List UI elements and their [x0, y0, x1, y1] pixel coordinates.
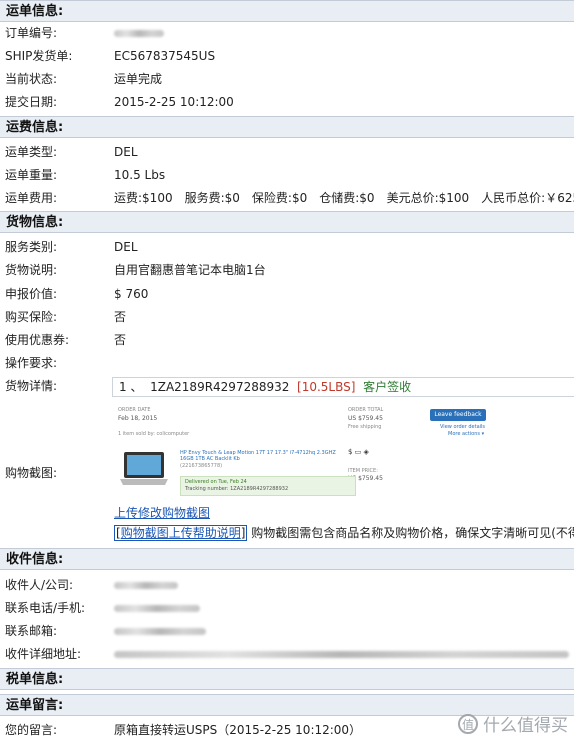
tax-section-header: 税单信息: — [0, 668, 574, 690]
service-label: 服务类别: — [5, 240, 58, 254]
freight-type-row: 运单类型: DEL — [0, 141, 574, 164]
shot-price-label: ITEM PRICE: — [348, 468, 378, 474]
desc-value: 自用官翻惠普笔记本电脑1台 — [114, 263, 266, 277]
detail-row: 货物详情: 1 、 1ZA2189R4297288932 [10.5LBS] 客… — [0, 375, 574, 398]
upload-screenshot-link[interactable]: 上传修改购物截图 — [114, 502, 210, 525]
upload-row: 上传修改购物截图 — [0, 502, 574, 525]
desc-row: 货物说明: 自用官翻惠普笔记本电脑1台 — [0, 259, 574, 282]
shot-item-id: (221673865778) — [180, 463, 223, 469]
watermark-logo-icon: 值 — [458, 713, 478, 734]
freight-weight-row: 运单重量: 10.5 Lbs — [0, 164, 574, 187]
status-row: 当前状态: 运单完成 — [0, 68, 574, 91]
help-link[interactable]: 购物截图上传帮助说明 — [121, 526, 241, 540]
shot-tracking: Tracking number: 1ZA2189R4297288932 — [185, 486, 289, 492]
declared-value: $ 760 — [114, 287, 149, 301]
fee-usd-total: 美元总价:$100 — [386, 191, 470, 205]
screenshot-label: 购物截图: — [5, 466, 58, 480]
status-label: 当前状态: — [5, 72, 58, 86]
coupon-value: 否 — [114, 333, 127, 347]
recipient-name-row: 收件人/公司: — [0, 574, 574, 597]
purchase-screenshot[interactable]: ORDER DATE Feb 18, 2015 1 item sold by: … — [114, 404, 494, 502]
recipient-address-redacted — [114, 643, 569, 666]
declared-row: 申报价值: $ 760 — [0, 283, 574, 306]
order-no-row: 订单编号: — [0, 22, 574, 45]
waybill-section-header: 运单信息: — [0, 0, 574, 22]
fee-insurance: 保险费:$0 — [251, 191, 308, 205]
fee-cny-total: 人民币总价:￥625 — [481, 191, 574, 205]
op-label: 操作要求: — [5, 356, 58, 370]
shot-delivered: Delivered on Tue, Feb 24 — [185, 479, 247, 485]
freight-fee-row: 运单费用: 运费:$100 服务费:$0 保险费:$0 仓储费:$0 美元总价:$100… — [0, 187, 574, 210]
recipient-phone-row: 联系电话/手机: — [0, 597, 574, 620]
shot-order-total: US $759.45 — [348, 415, 383, 422]
freight-section-header: 运费信息: — [0, 116, 574, 138]
date-label: 提交日期: — [5, 95, 58, 109]
shot-order-date-label: ORDER DATE — [118, 407, 151, 413]
detail-weight: [10.5LBS] — [297, 380, 356, 394]
ship-label: SHIP发货单: — [5, 49, 73, 63]
status-value: 运单完成 — [114, 72, 163, 86]
insurance-value: 否 — [114, 310, 127, 324]
shot-delivered-box: Delivered on Tue, Feb 24 Tracking number… — [180, 476, 356, 496]
recipient-phone-label: 联系电话/手机: — [5, 601, 86, 615]
laptop-image — [120, 452, 168, 485]
recipient-address-label: 收件详细地址: — [5, 647, 82, 661]
watermark-text: 什么值得买 — [483, 716, 568, 736]
order-no-label: 订单编号: — [5, 26, 58, 40]
help-note: 购物截图需包含商品名称及购物价格，确保文字清晰可见(不得 — [251, 526, 574, 540]
coupon-label: 使用优惠券: — [5, 333, 70, 347]
freight-weight-label: 运单重量: — [5, 168, 58, 182]
recipient-address-row: 收件详细地址: — [0, 643, 574, 666]
shot-shipping: Free shipping — [348, 424, 382, 430]
recipient-phone-redacted — [114, 597, 200, 620]
shot-action-icons[interactable]: $ ▭ ◈ — [348, 448, 369, 456]
detail-label: 货物详情: — [5, 379, 58, 393]
recipient-section-header: 收件信息: — [0, 548, 574, 570]
shot-order-total-label: ORDER TOTAL — [348, 407, 384, 413]
insurance-label: 购买保险: — [5, 310, 58, 324]
goods-section-header: 货物信息: — [0, 211, 574, 233]
freight-type-label: 运单类型: — [5, 145, 58, 159]
shot-more-actions[interactable]: More actions ▾ — [448, 431, 484, 437]
shot-view-details[interactable]: View order details — [440, 424, 485, 430]
detail-tracking: 1ZA2189R4297288932 — [150, 380, 290, 394]
freight-fee-label: 运单费用: — [5, 191, 58, 205]
ship-row: SHIP发货单: EC567837545US — [0, 45, 574, 68]
order-no-redacted — [114, 22, 164, 45]
detail-status: 客户签收 — [363, 380, 412, 394]
recipient-email-redacted — [114, 620, 206, 643]
fee-storage: 仓储费:$0 — [319, 191, 375, 205]
ship-value: EC567837545US — [114, 49, 216, 63]
coupon-row: 使用优惠券: 否 — [0, 329, 574, 352]
recipient-email-row: 联系邮箱: — [0, 620, 574, 643]
insurance-row: 购买保险: 否 — [0, 306, 574, 329]
recipient-email-label: 联系邮箱: — [5, 624, 58, 638]
leave-feedback-button[interactable]: Leave feedback — [430, 409, 486, 421]
fee-service: 服务费:$0 — [184, 191, 240, 205]
freight-type-value: DEL — [114, 145, 138, 159]
freight-fee-values: 运费:$100 服务费:$0 保险费:$0 仓储费:$0 美元总价:$100 人民币总价:… — [114, 187, 574, 210]
shot-item-title[interactable]: HP Envy Touch & Leap Motion 17T 17 17.3"… — [180, 450, 350, 462]
desc-label: 货物说明: — [5, 263, 58, 277]
date-value: 2015-2-25 10:12:00 — [114, 95, 234, 109]
service-row: 服务类别: DEL — [0, 236, 574, 259]
detail-box: 1 、 1ZA2189R4297288932 [10.5LBS] 客户签收 — [112, 377, 574, 397]
shot-sold-by: 1 item sold by: colicomputer — [118, 431, 190, 437]
fee-shipping: 运费:$100 — [114, 191, 173, 205]
message-label: 您的留言: — [5, 723, 58, 737]
declared-label: 申报价值: — [5, 287, 58, 301]
message-value: 原箱直接转运USPS（2015-2-25 10:12:00） — [114, 723, 362, 737]
op-row: 操作要求: — [0, 352, 574, 375]
freight-weight-value: 10.5 Lbs — [114, 168, 166, 182]
recipient-name-label: 收件人/公司: — [5, 578, 74, 592]
screenshot-row: 购物截图: — [0, 462, 100, 485]
date-row: 提交日期: 2015-2-25 10:12:00 — [0, 91, 574, 114]
help-row: [购物截图上传帮助说明] 购物截图需包含商品名称及购物价格，确保文字清晰可见(不… — [114, 524, 574, 541]
watermark: 值 什么值得买 — [458, 711, 568, 736]
detail-index: 1 、 — [119, 380, 143, 394]
help-link-box[interactable]: [购物截图上传帮助说明] — [114, 525, 248, 541]
shot-order-date: Feb 18, 2015 — [118, 415, 158, 422]
recipient-name-redacted — [114, 574, 178, 597]
service-value: DEL — [114, 240, 138, 254]
